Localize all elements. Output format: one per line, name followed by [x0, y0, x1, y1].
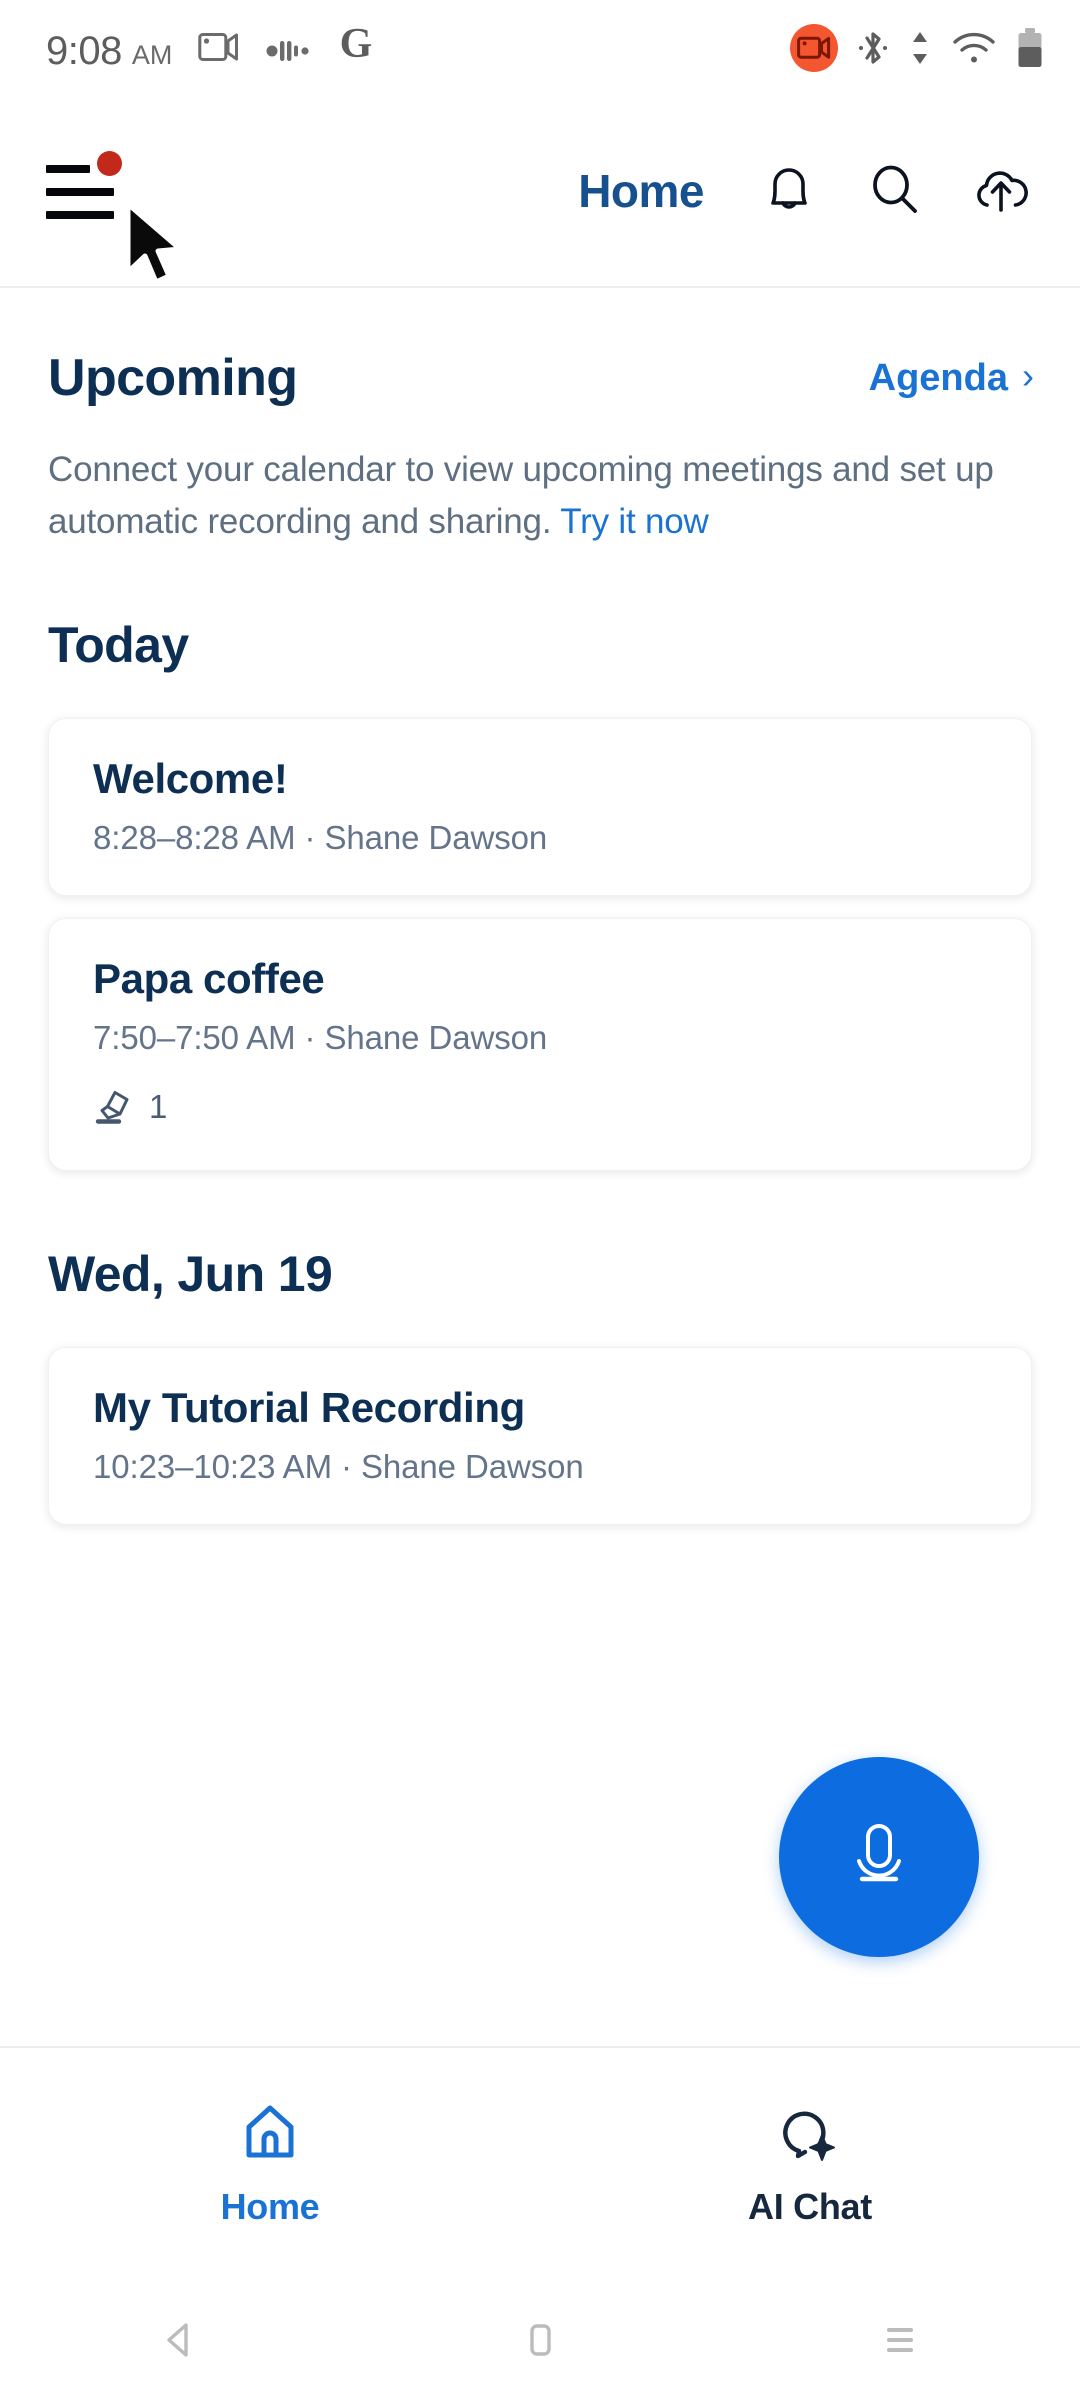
meeting-title: Papa coffee — [93, 954, 325, 1002]
connect-calendar-blurb: Connect your calendar to view upcoming m… — [0, 408, 1080, 548]
home-icon — [237, 2101, 303, 2168]
screen-record-icon — [198, 30, 240, 64]
status-time: 9:08 — [46, 29, 122, 73]
audio-wave-icon — [266, 38, 310, 64]
menu-notification-dot — [97, 151, 122, 176]
agenda-link[interactable]: Agenda › — [869, 357, 1034, 400]
meeting-title: My Tutorial Recording — [93, 1383, 525, 1431]
system-navigation-bar — [0, 2280, 1080, 2400]
meeting-card[interactable]: Papa coffee 7:50–7:50 AM · Shane Dawson … — [48, 917, 1032, 1171]
app-header: Home — [0, 96, 1080, 288]
upcoming-title: Upcoming — [48, 349, 298, 407]
page-title: Home — [578, 165, 704, 217]
day-group-wed-jun-19: Wed, Jun 19 My Tutorial Recording 10:23–… — [0, 1245, 1080, 1525]
app-header-actions: Home — [578, 160, 1038, 222]
nav-label-ai-chat: AI Chat — [748, 2185, 872, 2227]
notifications-icon[interactable] — [758, 160, 820, 222]
back-nav-icon[interactable] — [0, 2313, 360, 2367]
home-nav-icon[interactable] — [360, 2313, 720, 2367]
microphone-icon — [831, 1807, 927, 1908]
chevron-right-icon: › — [1022, 355, 1034, 396]
cloud-upload-icon[interactable] — [970, 160, 1032, 222]
wifi-icon — [952, 31, 996, 65]
data-transfer-icon — [908, 28, 932, 68]
nav-tab-ai-chat[interactable]: AI Chat — [540, 2101, 1080, 2228]
nav-tab-home[interactable]: Home — [0, 2101, 540, 2228]
status-ampm: AM — [131, 40, 173, 70]
day-heading: Today — [48, 616, 189, 673]
agenda-label: Agenda — [868, 356, 1008, 399]
google-g-icon: G — [336, 22, 376, 64]
meeting-subtitle: 8:28–8:28 AM · Shane Dawson — [93, 818, 548, 856]
status-bar: 9:08 AM G — [0, 0, 1080, 96]
meeting-annotations: 1 — [93, 1083, 987, 1132]
search-icon[interactable] — [864, 160, 926, 222]
hamburger-bar-middle — [46, 188, 114, 196]
try-it-now-link[interactable]: Try it now — [560, 502, 709, 541]
svg-text:G: G — [340, 22, 373, 64]
day-heading: Wed, Jun 19 — [48, 1245, 333, 1302]
recording-badge-icon — [790, 24, 838, 72]
record-fab-button[interactable] — [779, 1757, 979, 1957]
status-bar-right — [790, 24, 1044, 72]
highlight-pen-icon — [93, 1083, 135, 1132]
bluetooth-icon — [858, 28, 888, 68]
hamburger-bar-top — [46, 165, 90, 173]
meeting-subtitle: 10:23–10:23 AM · Shane Dawson — [93, 1447, 584, 1485]
hamburger-menu-icon[interactable] — [46, 151, 126, 227]
nav-label-home: Home — [220, 2185, 320, 2227]
meeting-card[interactable]: Welcome! 8:28–8:28 AM · Shane Dawson — [48, 717, 1032, 896]
app-screen: 9:08 AM G Home Upcoming Agenda › Connect… — [0, 0, 1080, 2400]
meeting-subtitle: 7:50–7:50 AM · Shane Dawson — [93, 1018, 548, 1056]
upcoming-header: Upcoming Agenda › — [0, 290, 1080, 408]
recents-nav-icon[interactable] — [720, 2313, 1080, 2367]
battery-icon — [1016, 27, 1044, 69]
annotation-count: 1 — [149, 1088, 168, 1126]
blurb-text: Connect your calendar to view upcoming m… — [48, 450, 994, 541]
ai-chat-icon — [777, 2101, 843, 2168]
hamburger-bar-bottom — [46, 211, 114, 219]
meeting-card[interactable]: My Tutorial Recording 10:23–10:23 AM · S… — [48, 1346, 1032, 1525]
main-content: Upcoming Agenda › Connect your calendar … — [0, 290, 1080, 1525]
day-group-today: Today Welcome! 8:28–8:28 AM · Shane Daws… — [0, 616, 1080, 1171]
status-bar-left: 9:08 AM G — [46, 22, 376, 74]
meeting-title: Welcome! — [93, 754, 288, 802]
bottom-navigation: Home AI Chat — [0, 2046, 1080, 2280]
